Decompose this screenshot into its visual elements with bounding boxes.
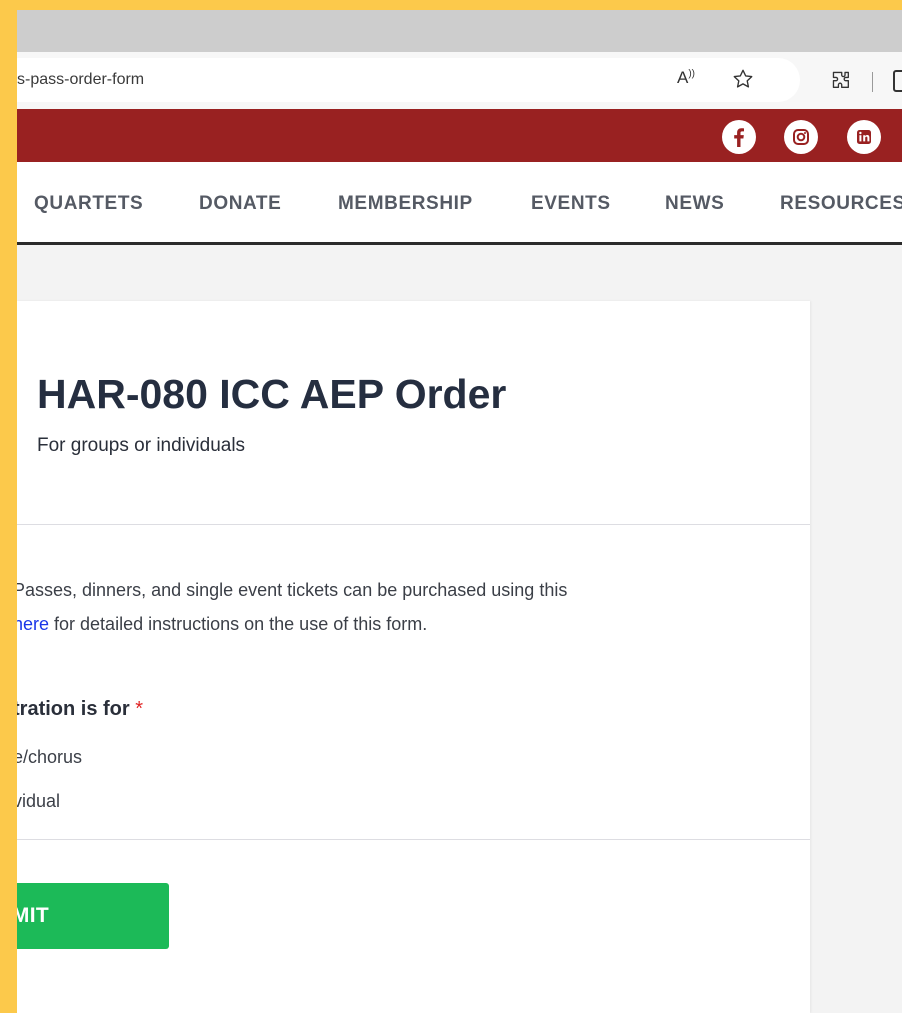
main-nav: QUARTETS DONATE MEMBERSHIP EVENTS NEWS R… [17, 162, 902, 245]
profile-icon[interactable] [893, 70, 902, 92]
option-individual[interactable]: vidual [17, 791, 60, 812]
read-aloud-icon[interactable]: A)) [677, 68, 695, 88]
submit-button[interactable]: UBMIT [17, 883, 169, 949]
site-top-bar [17, 109, 902, 162]
form-subtitle: For groups or individuals [37, 435, 246, 456]
favorite-star-icon[interactable] [732, 68, 754, 95]
nav-item-donate[interactable]: DONATE [199, 193, 281, 215]
registration-label-text: tration is for [17, 698, 130, 720]
nav-item-quartets[interactable]: QUARTETS [34, 193, 143, 215]
browser-toolbar: s-pass-order-form A)) [17, 52, 902, 109]
section-divider [17, 524, 810, 525]
submit-button-label: UBMIT [17, 904, 49, 927]
registration-field-label: tration is for * [17, 698, 143, 721]
option-individual-label: vidual [17, 791, 61, 811]
url-text[interactable]: s-pass-order-form [17, 71, 144, 89]
nav-item-resources[interactable]: RESOURCES [780, 193, 902, 215]
form-description-line-2-text: for detailed instructions on the use of … [49, 614, 428, 634]
option-chorus[interactable]: e/chorus [17, 747, 82, 768]
required-asterisk: * [135, 698, 144, 720]
instructions-link[interactable]: here [17, 614, 49, 634]
linkedin-icon[interactable] [847, 120, 881, 154]
form-description-line-1: Passes, dinners, and single event ticket… [17, 580, 568, 600]
instagram-icon[interactable] [784, 120, 818, 154]
order-form-card: HAR-080 ICC AEP Order For groups or indi… [17, 301, 810, 1013]
form-description-line-2: here for detailed instructions on the us… [17, 614, 427, 635]
extensions-icon[interactable] [830, 69, 852, 96]
read-aloud-glyph: A [677, 68, 689, 87]
form-title: HAR-080 ICC AEP Order [37, 371, 507, 417]
section-divider-bottom [17, 839, 810, 840]
browser-window: s-pass-order-form A)) QUARTETS DONATE ME… [17, 10, 902, 1013]
toolbar-divider [872, 72, 873, 92]
facebook-icon[interactable] [722, 120, 756, 154]
nav-item-news[interactable]: NEWS [665, 193, 724, 215]
read-aloud-waves: )) [688, 68, 696, 80]
option-chorus-label: e/chorus [17, 747, 83, 767]
nav-item-membership[interactable]: MEMBERSHIP [338, 193, 473, 215]
nav-item-events[interactable]: EVENTS [531, 193, 611, 215]
address-bar[interactable]: s-pass-order-form A)) [17, 58, 800, 102]
tab-strip [17, 10, 902, 52]
